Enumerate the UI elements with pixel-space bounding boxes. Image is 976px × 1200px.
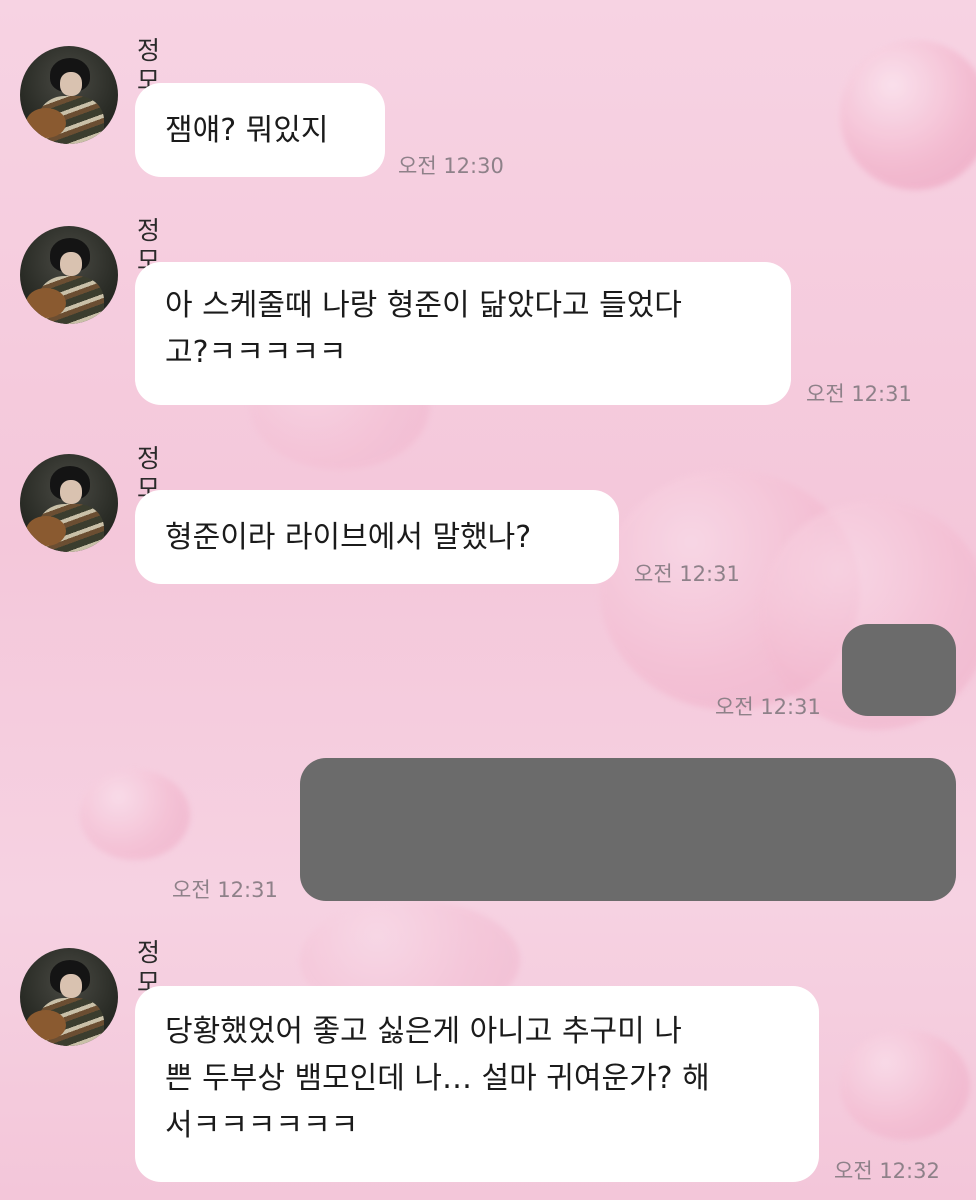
avatar[interactable] xyxy=(20,46,118,144)
avatar[interactable] xyxy=(20,454,118,552)
avatar[interactable] xyxy=(20,948,118,1046)
message-time: 오전 12:31 xyxy=(715,695,821,719)
message-time: 오전 12:32 xyxy=(834,1159,940,1183)
message-text: 형준이라 라이브에서 말했나? xyxy=(165,519,532,555)
background-heart-decoration xyxy=(80,770,190,860)
message-time: 오전 12:31 xyxy=(634,562,740,586)
message-text-line: 서ㅋㅋㅋㅋㅋㅋ xyxy=(165,1108,359,1143)
message-bubble[interactable]: 아 스케줄때 나랑 형준이 닮았다고 들었다 고?ㅋㅋㅋㅋㅋ xyxy=(135,262,791,405)
message-bubble[interactable]: 잼얘? 뭐있지 xyxy=(135,83,385,177)
avatar[interactable] xyxy=(20,226,118,324)
message-time: 오전 12:31 xyxy=(806,382,912,406)
redacted-message-bubble[interactable] xyxy=(300,758,956,901)
message-bubble[interactable]: 당황했었어 좋고 싫은게 아니고 추구미 나 쁜 두부상 뱀모인데 나… 설마 … xyxy=(135,986,819,1182)
message-text-line: 당황했었어 좋고 싫은게 아니고 추구미 나 xyxy=(165,1014,682,1049)
message-time: 오전 12:30 xyxy=(398,154,504,178)
message-text-line: 쁜 두부상 뱀모인데 나… 설마 귀여운가? 해 xyxy=(165,1061,710,1096)
redacted-message-bubble[interactable] xyxy=(842,624,956,716)
message-bubble[interactable]: 형준이라 라이브에서 말했나? xyxy=(135,490,619,584)
message-text: 잼얘? 뭐있지 xyxy=(165,112,329,148)
message-text-line: 고?ㅋㅋㅋㅋㅋ xyxy=(165,335,347,370)
message-text-line: 아 스케줄때 나랑 형준이 닮았다고 들었다 xyxy=(165,288,682,323)
background-heart-decoration xyxy=(840,40,976,190)
message-time: 오전 12:31 xyxy=(172,878,278,902)
background-heart-decoration xyxy=(840,1030,970,1140)
